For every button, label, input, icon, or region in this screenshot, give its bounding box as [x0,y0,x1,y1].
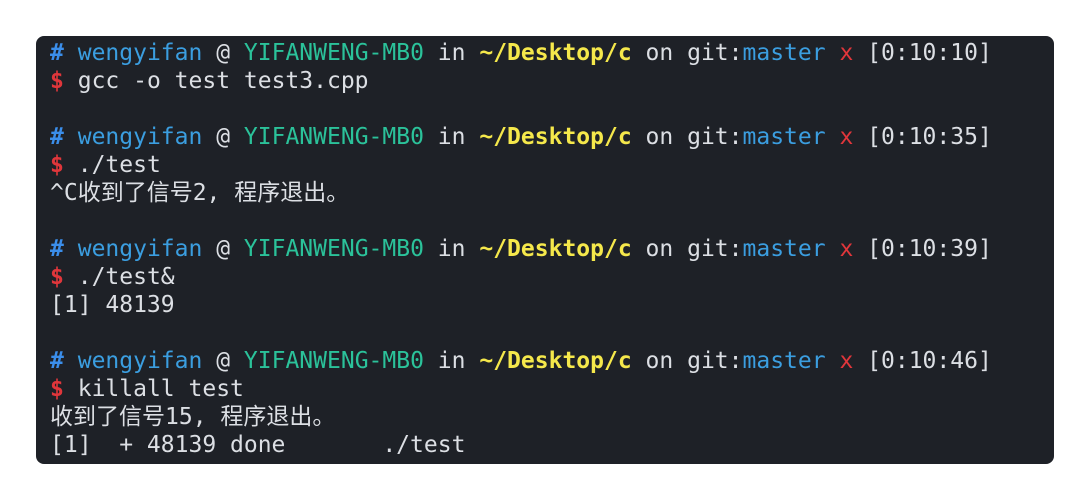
output-line: [1] + 48139 done ./test [50,432,466,458]
prompt-at: @ [216,124,231,150]
prompt-path: ~/Desktop/c [479,236,632,262]
prompt-in: in [437,236,466,262]
prompt-in: in [437,124,466,150]
command-line: $ ./test [50,151,1054,179]
prompt-on: on [645,348,674,374]
prompt-git-prefix: git: [687,124,743,150]
prompt-at: @ [216,348,231,374]
prompt-in: in [437,40,466,66]
prompt-host: YIFANWENG-MB0 [243,40,424,66]
prompt-path: ~/Desktop/c [479,40,632,66]
prompt-branch: master [742,40,826,66]
prompt-git-prefix: git: [687,236,743,262]
dollar-icon: $ [50,152,64,178]
prompt-branch: master [742,236,826,262]
prompt-on: on [645,124,674,150]
prompt-user: wengyifan [77,236,203,262]
output-line: 收到了信号15, 程序退出。 [50,404,336,430]
prompt-path: ~/Desktop/c [479,348,632,374]
prompt-hash: # [50,236,64,262]
prompt-line: # wengyifan @ YIFANWENG-MB0 in ~/Desktop… [50,347,1054,375]
output-line: [1] 48139 [50,292,175,318]
prompt-dirty-marker: x [839,124,854,150]
prompt-host: YIFANWENG-MB0 [243,236,424,262]
prompt-line: # wengyifan @ YIFANWENG-MB0 in ~/Desktop… [50,39,1054,67]
prompt-time: [0:10:46] [867,348,992,374]
prompt-host: YIFANWENG-MB0 [243,348,424,374]
prompt-on: on [645,40,674,66]
dollar-icon: $ [50,68,64,94]
command-text: ./test [77,152,161,178]
command-text: ./test& [77,264,175,290]
prompt-dirty-marker: x [839,236,854,262]
prompt-time: [0:10:10] [867,40,992,66]
prompt-at: @ [216,236,231,262]
prompt-path: ~/Desktop/c [479,124,632,150]
prompt-dirty-marker: x [839,40,854,66]
prompt-in: in [437,348,466,374]
prompt-host: YIFANWENG-MB0 [243,124,424,150]
prompt-at: @ [216,40,231,66]
prompt-on: on [645,236,674,262]
command-line: $ ./test& [50,263,1054,291]
prompt-hash: # [50,124,64,150]
prompt-user: wengyifan [77,124,203,150]
dollar-icon: $ [50,264,64,290]
prompt-time: [0:10:35] [867,124,992,150]
prompt-time: [0:10:39] [867,236,992,262]
prompt-git-prefix: git: [687,348,743,374]
command-line: $ killall test [50,375,1054,403]
prompt-user: wengyifan [77,40,203,66]
prompt-branch: master [742,348,826,374]
prompt-user: wengyifan [77,348,203,374]
command-text: killall test [77,376,244,402]
prompt-branch: master [742,124,826,150]
prompt-hash: # [50,348,64,374]
prompt-line: # wengyifan @ YIFANWENG-MB0 in ~/Desktop… [50,123,1054,151]
command-line: $ gcc -o test test3.cpp [50,67,1054,95]
dollar-icon: $ [50,376,64,402]
prompt-dirty-marker: x [839,348,854,374]
output-line: ^C收到了信号2, 程序退出。 [50,180,350,206]
prompt-git-prefix: git: [687,40,743,66]
terminal-window[interactable]: # wengyifan @ YIFANWENG-MB0 in ~/Desktop… [36,36,1054,464]
command-text: gcc -o test test3.cpp [77,68,369,94]
prompt-line: # wengyifan @ YIFANWENG-MB0 in ~/Desktop… [50,235,1054,263]
prompt-hash: # [50,40,64,66]
